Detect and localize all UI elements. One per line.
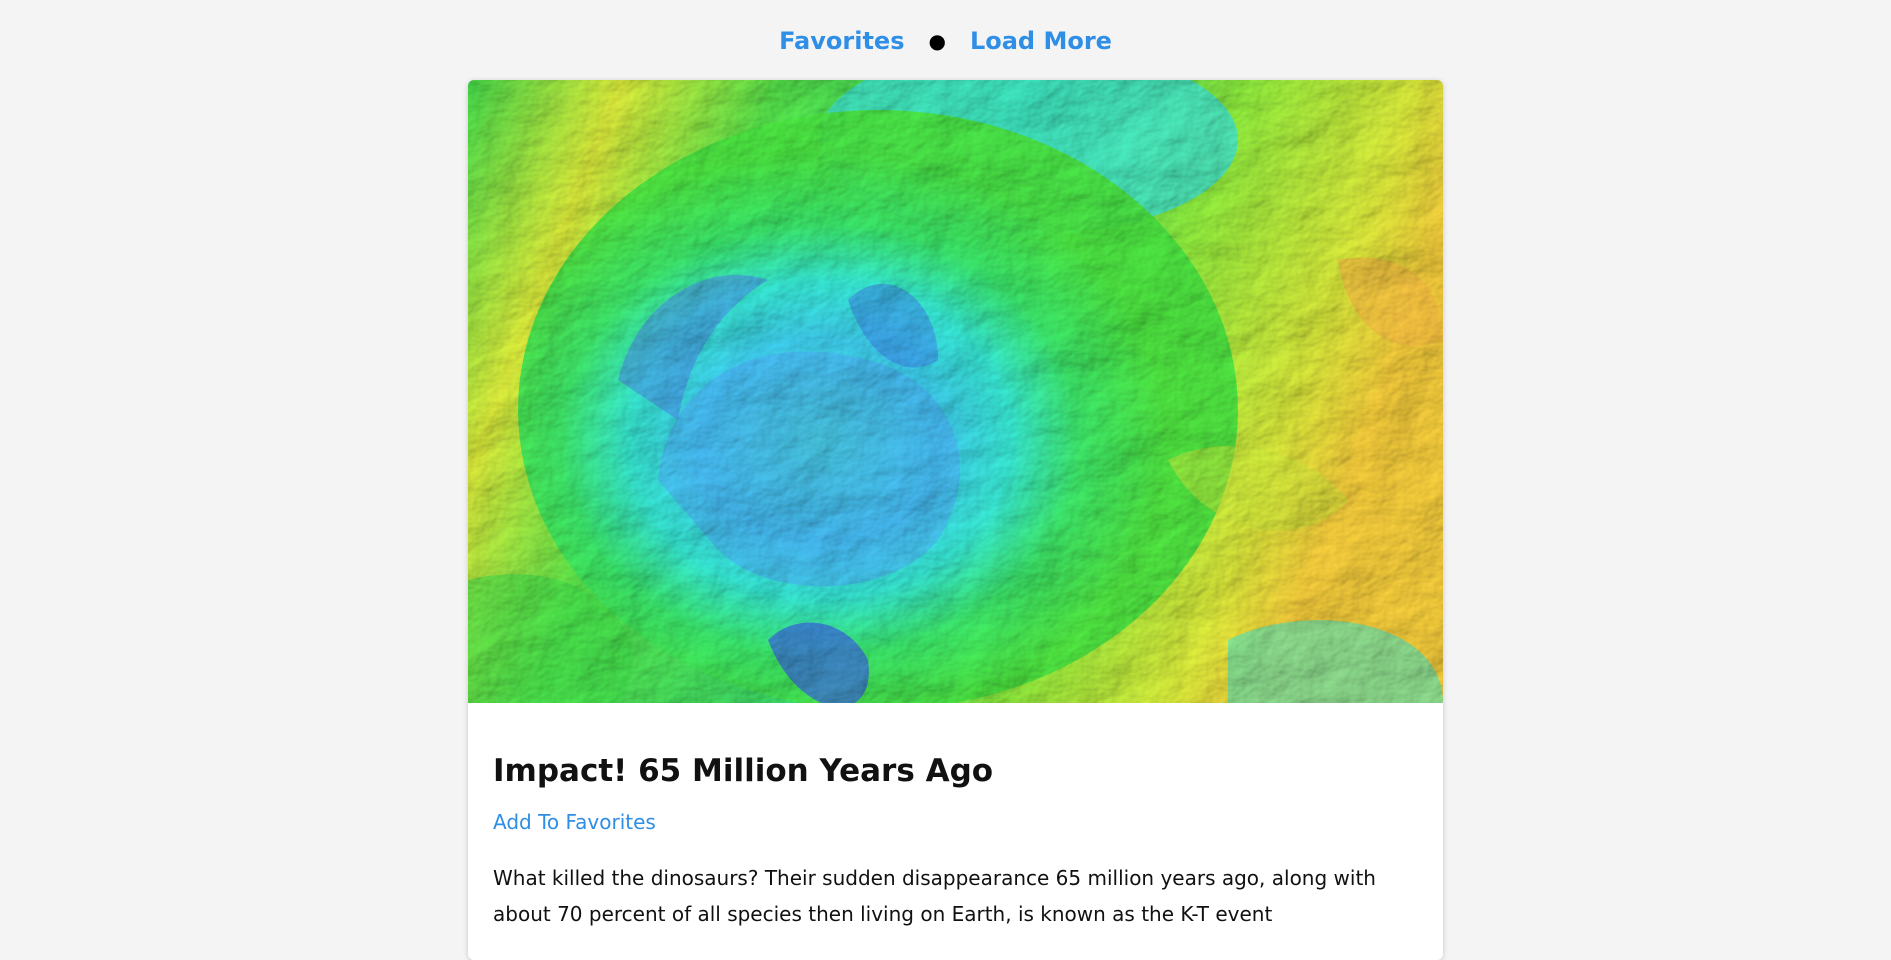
add-to-favorites-link[interactable]: Add To Favorites — [493, 808, 656, 836]
article-card: Impact! 65 Million Years Ago Add To Favo… — [468, 80, 1443, 960]
article-description: What killed the dinosaurs? Their sudden … — [493, 866, 1376, 926]
article-title: Impact! 65 Million Years Ago — [493, 753, 994, 789]
article-image — [468, 80, 1443, 703]
nav-separator: ● — [928, 29, 946, 53]
load-more-link[interactable]: Load More — [970, 24, 1112, 58]
favorites-link[interactable]: Favorites — [779, 24, 904, 58]
top-nav: Favorites ● Load More — [0, 24, 1891, 58]
